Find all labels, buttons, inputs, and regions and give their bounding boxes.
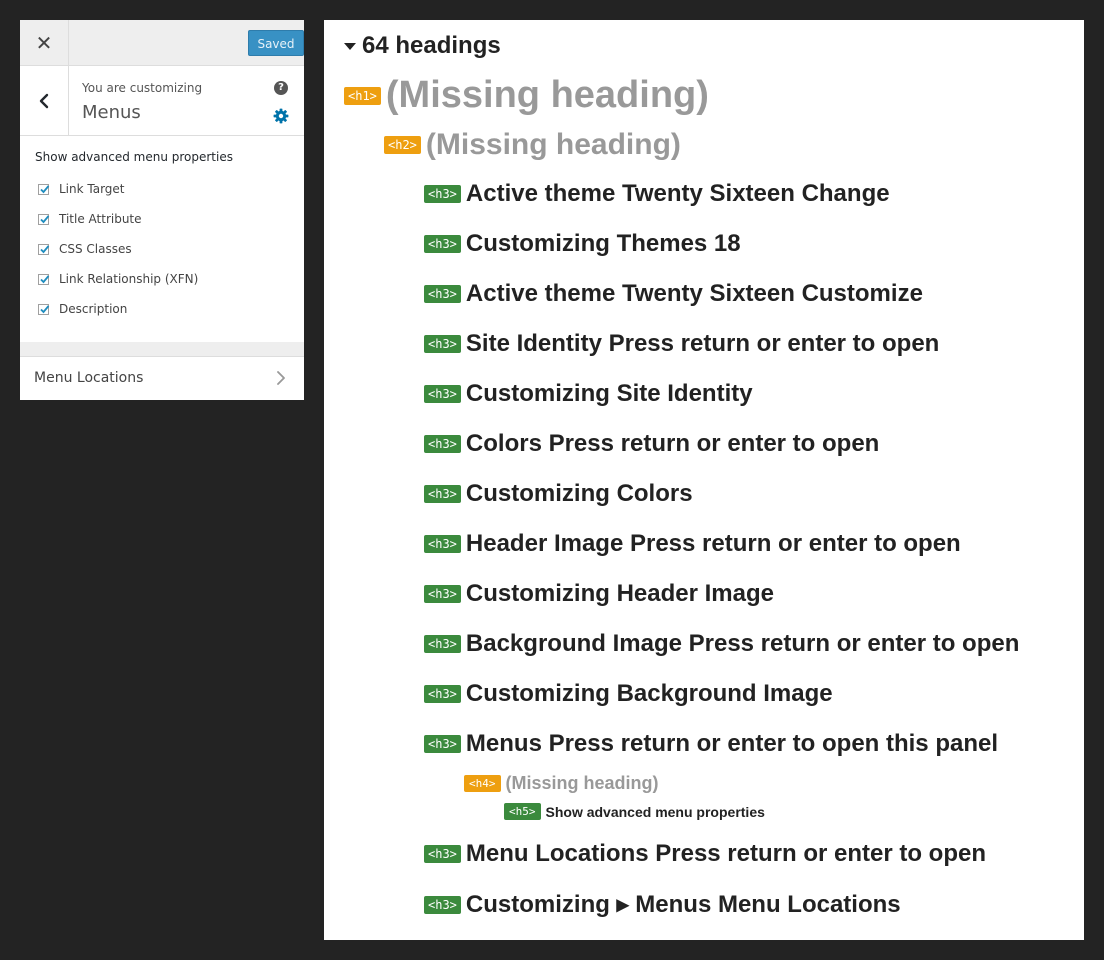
option-label: Description bbox=[59, 302, 128, 316]
menu-locations-label: Menu Locations bbox=[34, 370, 144, 386]
heading-item-h3[interactable]: <h3> Customizing Themes 18 bbox=[424, 230, 741, 258]
heading-text: Customizing Themes 18 bbox=[465, 230, 741, 257]
heading-level-badge: <h3> bbox=[424, 435, 461, 453]
description-checkbox[interactable] bbox=[38, 303, 50, 315]
heading-item-h3[interactable]: <h3> Customizing Background Image bbox=[424, 680, 833, 708]
heading-item-h2[interactable]: <h2> (Missing heading) bbox=[384, 128, 681, 162]
headings-summary[interactable]: 64 headings bbox=[344, 32, 501, 60]
heading-level-badge: <h1> bbox=[344, 86, 381, 105]
heading-item-h3[interactable]: <h3> Active theme Twenty Sixteen Customi… bbox=[424, 280, 923, 308]
heading-item-h3[interactable]: <h3> Background Image Press return or en… bbox=[424, 630, 1019, 658]
back-button[interactable] bbox=[20, 66, 69, 135]
saved-button[interactable]: Saved bbox=[248, 30, 304, 56]
help-icon[interactable]: ? bbox=[274, 81, 288, 95]
heading-text: Active theme Twenty Sixteen Customize bbox=[465, 280, 923, 307]
heading-level-badge: <h3> bbox=[424, 895, 461, 914]
menu-locations-section[interactable]: Menu Locations bbox=[20, 357, 304, 400]
headings-count: 64 headings bbox=[362, 32, 501, 59]
checkmark-icon bbox=[40, 304, 50, 313]
heading-text: (Missing heading) bbox=[385, 74, 709, 116]
section-title: Menus bbox=[82, 102, 141, 123]
disclosure-triangle-icon bbox=[344, 42, 356, 50]
link-target-checkbox[interactable] bbox=[38, 183, 50, 195]
heading-text: Active theme Twenty Sixteen Change bbox=[465, 180, 890, 207]
heading-item-h4[interactable]: <h4> (Missing heading) bbox=[464, 773, 659, 794]
checkmark-icon bbox=[40, 244, 50, 253]
heading-text: Header Image Press return or enter to op… bbox=[465, 530, 961, 557]
heading-level-badge: <h3> bbox=[424, 685, 461, 703]
option-link-target[interactable]: Link Target bbox=[38, 181, 125, 197]
heading-item-h3[interactable]: <h3> Menus Press return or enter to open… bbox=[424, 730, 998, 758]
heading-item-h1[interactable]: <h1> (Missing heading) bbox=[344, 74, 709, 117]
heading-level-badge: <h4> bbox=[464, 775, 501, 792]
heading-text: Colors Press return or enter to open bbox=[465, 430, 880, 457]
option-title-attribute[interactable]: Title Attribute bbox=[38, 211, 142, 227]
customizer-header-bar: ✕ Saved bbox=[20, 20, 304, 66]
heading-item-h3[interactable]: <h3> Active theme Twenty Sixteen Change bbox=[424, 180, 890, 208]
headings-map: 64 headings <h1> (Missing heading) <h2> … bbox=[324, 20, 1084, 940]
heading-item-h5[interactable]: <h5> Show advanced menu properties bbox=[504, 803, 765, 820]
heading-level-badge: <h3> bbox=[424, 385, 461, 403]
back-chevron-icon bbox=[39, 93, 49, 108]
heading-level-badge: <h3> bbox=[424, 235, 461, 253]
heading-text: Show advanced menu properties bbox=[545, 803, 765, 820]
section-divider bbox=[20, 342, 304, 357]
title-attribute-checkbox[interactable] bbox=[38, 213, 50, 225]
heading-text: Site Identity Press return or enter to o… bbox=[465, 330, 940, 357]
heading-level-badge: <h3> bbox=[424, 735, 461, 753]
heading-text: Background Image Press return or enter t… bbox=[465, 630, 1020, 657]
heading-text: Customizing Header Image bbox=[465, 580, 774, 607]
gear-icon[interactable] bbox=[273, 108, 289, 124]
heading-level-badge: <h3> bbox=[424, 635, 461, 653]
css-classes-checkbox[interactable] bbox=[38, 243, 50, 255]
link-relationship-checkbox[interactable] bbox=[38, 273, 50, 285]
heading-text: Customizing ▸ Menus Menu Locations bbox=[465, 891, 901, 918]
heading-item-h3[interactable]: <h3> Menu Locations Press return or ente… bbox=[424, 840, 986, 868]
option-label: CSS Classes bbox=[59, 242, 132, 256]
option-label: Title Attribute bbox=[59, 212, 142, 226]
heading-level-badge: <h3> bbox=[424, 185, 461, 203]
heading-text: (Missing heading) bbox=[505, 773, 659, 793]
heading-text: Customizing Colors bbox=[465, 480, 693, 507]
option-label: Link Target bbox=[59, 182, 125, 196]
advanced-properties-section: Show advanced menu properties Link Targe… bbox=[20, 136, 304, 342]
checkmark-icon bbox=[40, 214, 50, 223]
heading-level-badge: <h3> bbox=[424, 335, 461, 353]
heading-item-h3[interactable]: <h3> Customizing Colors bbox=[424, 480, 693, 508]
option-link-relationship[interactable]: Link Relationship (XFN) bbox=[38, 271, 198, 287]
section-header: You are customizing Menus ? bbox=[20, 66, 304, 136]
heading-item-h3[interactable]: <h3> Customizing ▸ Menus Menu Locations bbox=[424, 890, 901, 919]
heading-level-badge: <h3> bbox=[424, 535, 461, 553]
checkmark-icon bbox=[40, 274, 50, 283]
customizer-panel: ✕ Saved You are customizing Menus ? Show… bbox=[20, 20, 304, 400]
close-icon[interactable]: ✕ bbox=[20, 20, 69, 65]
customizing-label: You are customizing bbox=[82, 81, 203, 95]
heading-text: (Missing heading) bbox=[425, 128, 681, 161]
heading-level-badge: <h3> bbox=[424, 285, 461, 303]
heading-level-badge: <h2> bbox=[384, 136, 421, 154]
heading-level-badge: <h3> bbox=[424, 845, 461, 863]
heading-item-h3[interactable]: <h3> Customizing Header Image bbox=[424, 580, 774, 608]
option-css-classes[interactable]: CSS Classes bbox=[38, 241, 132, 257]
heading-level-badge: <h5> bbox=[504, 803, 541, 820]
heading-item-h3[interactable]: <h3> Customizing Site Identity bbox=[424, 380, 753, 408]
heading-item-h3[interactable]: <h3> Header Image Press return or enter … bbox=[424, 530, 961, 558]
heading-text: Customizing Background Image bbox=[465, 680, 833, 707]
option-description[interactable]: Description bbox=[38, 301, 127, 317]
heading-text: Customizing Site Identity bbox=[465, 380, 753, 407]
heading-item-h3[interactable]: <h3> Site Identity Press return or enter… bbox=[424, 330, 939, 358]
heading-item-h3[interactable]: <h3> Colors Press return or enter to ope… bbox=[424, 430, 879, 458]
heading-level-badge: <h3> bbox=[424, 585, 461, 603]
option-label: Link Relationship (XFN) bbox=[59, 272, 199, 286]
advanced-properties-title: Show advanced menu properties bbox=[35, 150, 233, 164]
checkmark-icon bbox=[40, 184, 50, 193]
heading-text: Menu Locations Press return or enter to … bbox=[465, 840, 986, 867]
heading-level-badge: <h3> bbox=[424, 485, 461, 503]
heading-text: Menus Press return or enter to open this… bbox=[465, 730, 999, 757]
chevron-right-icon bbox=[277, 371, 285, 385]
